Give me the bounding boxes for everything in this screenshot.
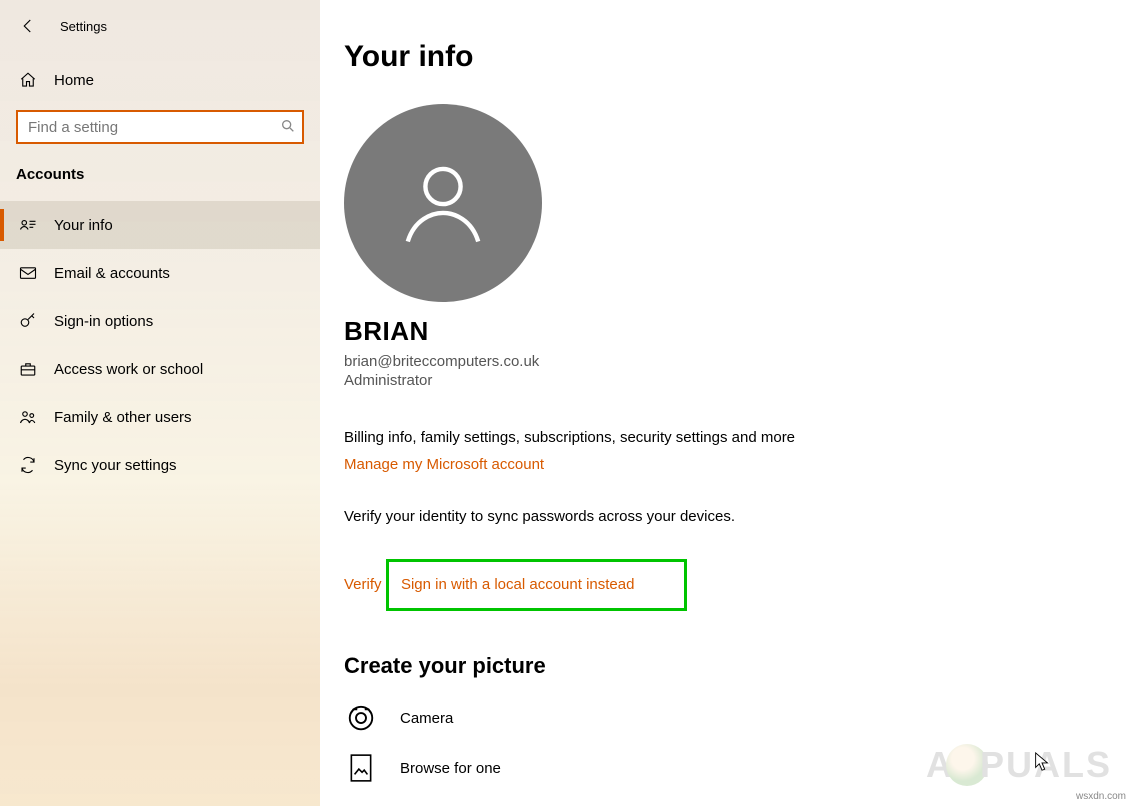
person-card-icon xyxy=(18,215,38,235)
highlight-box: Sign in with a local account instead xyxy=(386,559,687,611)
verify-link[interactable]: Verify xyxy=(344,576,382,593)
verify-text: Verify your identity to sync passwords a… xyxy=(344,508,1108,525)
nav-label: Your info xyxy=(54,217,113,234)
nav-list: Your info Email & accounts Sign-in optio… xyxy=(0,201,320,489)
camera-label: Camera xyxy=(400,710,453,727)
browse-label: Browse for one xyxy=(400,760,501,777)
header: Settings xyxy=(0,4,320,48)
home-nav[interactable]: Home xyxy=(0,58,320,102)
username: BRIAN xyxy=(344,316,1108,347)
nav-item-work-school[interactable]: Access work or school xyxy=(0,345,320,393)
sidebar: Settings Home Accounts Your info Email &… xyxy=(0,0,320,806)
manage-account-link[interactable]: Manage my Microsoft account xyxy=(344,456,544,473)
home-label: Home xyxy=(54,72,94,89)
key-icon xyxy=(18,311,38,331)
user-icon xyxy=(388,148,498,258)
nav-item-your-info[interactable]: Your info xyxy=(0,201,320,249)
nav-item-sync[interactable]: Sync your settings xyxy=(0,441,320,489)
nav-item-email[interactable]: Email & accounts xyxy=(0,249,320,297)
people-icon xyxy=(18,407,38,427)
mail-icon xyxy=(18,263,38,283)
nav-label: Email & accounts xyxy=(54,265,170,282)
nav-label: Access work or school xyxy=(54,361,203,378)
nav-label: Family & other users xyxy=(54,409,192,426)
local-account-link[interactable]: Sign in with a local account instead xyxy=(401,576,634,593)
nav-label: Sync your settings xyxy=(54,457,177,474)
main-content: Your info BRIAN brian@briteccomputers.co… xyxy=(320,0,1132,806)
search-input[interactable] xyxy=(16,110,304,144)
search-container xyxy=(16,110,304,144)
billing-text: Billing info, family settings, subscript… xyxy=(344,429,1108,446)
page-title: Your info xyxy=(344,40,1108,74)
source-text: wsxdn.com xyxy=(1076,791,1126,802)
user-email: brian@briteccomputers.co.uk xyxy=(344,353,1108,370)
home-icon xyxy=(18,70,38,90)
browse-icon xyxy=(344,753,378,783)
camera-option[interactable]: Camera xyxy=(344,703,1108,733)
app-title: Settings xyxy=(60,19,107,34)
create-picture-title: Create your picture xyxy=(344,653,1108,679)
camera-icon xyxy=(344,703,378,733)
avatar xyxy=(344,104,542,302)
browse-option[interactable]: Browse for one xyxy=(344,753,1108,783)
nav-item-signin[interactable]: Sign-in options xyxy=(0,297,320,345)
nav-label: Sign-in options xyxy=(54,313,153,330)
user-role: Administrator xyxy=(344,372,1108,389)
arrow-left-icon xyxy=(19,17,37,35)
back-button[interactable] xyxy=(18,16,38,36)
section-title: Accounts xyxy=(0,156,320,201)
briefcase-icon xyxy=(18,359,38,379)
nav-item-family[interactable]: Family & other users xyxy=(0,393,320,441)
sync-icon xyxy=(18,455,38,475)
